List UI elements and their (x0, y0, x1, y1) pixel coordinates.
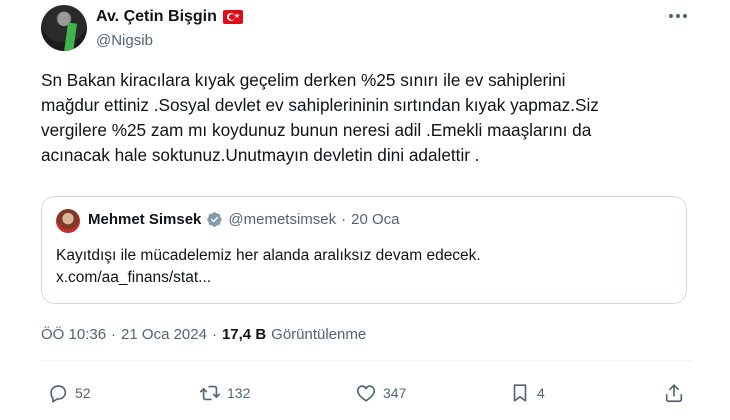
quoted-text-line: Kayıtdışı ile mücadelemiz her alanda ara… (56, 247, 481, 264)
like-button[interactable]: 347 (355, 376, 406, 410)
quoted-author-handle: @memetsimsek (228, 211, 337, 228)
quoted-tweet-card[interactable]: Mehmet Simsek @memetsimsek · 20 Oca Kayı… (41, 196, 687, 304)
tweet-text-line: mağdur ettiniz .Sosyal devlet ev sahiple… (41, 95, 599, 115)
tweet-text: Sn Bakan kiracılara kıyak geçelim derken… (41, 68, 691, 168)
bookmark-count: 4 (537, 385, 545, 401)
reply-button[interactable]: 52 (47, 376, 91, 410)
tweet-text-line: vergilere %25 zam mı koydunuz bunun nere… (41, 120, 592, 140)
meta-separator: · (211, 326, 217, 343)
quoted-tweet-text: Kayıtdışı ile mücadelemiz her alanda ara… (56, 245, 481, 289)
bookmark-icon (513, 384, 527, 402)
quoted-date: 20 Oca (351, 211, 400, 228)
retweet-icon (200, 385, 220, 401)
divider (41, 360, 691, 361)
author-handle[interactable]: @Nigsib (96, 32, 153, 49)
turkey-flag-icon: ★ (222, 10, 243, 24)
retweet-button[interactable]: 132 (199, 376, 250, 410)
views-label: Görüntülenme (271, 326, 367, 343)
quoted-separator: · (341, 211, 347, 228)
quoted-tweet-header: Mehmet Simsek @memetsimsek · 20 Oca (88, 211, 400, 228)
share-button[interactable] (663, 376, 685, 410)
tweet-meta: ÖÖ 10:36 · 21 Oca 2024 · 17,4 B Görüntül… (41, 326, 366, 343)
avatar-scarf (63, 22, 78, 51)
quoted-author-name: Mehmet Simsek (88, 211, 202, 228)
tweet-time[interactable]: ÖÖ 10:36 (41, 326, 106, 343)
reply-count: 52 (75, 385, 91, 401)
views-count: 17,4 B (221, 326, 267, 343)
heart-icon (356, 385, 376, 402)
more-options-icon[interactable] (666, 6, 690, 26)
bookmark-button[interactable]: 4 (509, 376, 545, 410)
author-name-row: Av. Çetin Bişgin ★ (96, 8, 243, 26)
author-display-name[interactable]: Av. Çetin Bişgin (96, 8, 217, 26)
action-bar: 52 132 347 4 (41, 376, 691, 410)
like-count: 347 (383, 385, 407, 401)
tweet-text-line: acınacak hale soktunuz.Unutmayın devleti… (41, 145, 480, 165)
reply-icon (50, 385, 67, 403)
retweet-count: 132 (227, 385, 251, 401)
share-icon (665, 384, 683, 403)
tweet-text-line: Sn Bakan kiracılara kıyak geçelim derken… (41, 70, 566, 90)
quoted-link[interactable]: x.com/aa_finans/stat... (56, 267, 481, 289)
author-avatar[interactable] (41, 5, 87, 51)
tweet-date[interactable]: 21 Oca 2024 (121, 326, 207, 343)
quoted-author-avatar (56, 209, 80, 233)
meta-separator: · (111, 326, 117, 343)
verified-badge-icon (207, 212, 223, 227)
